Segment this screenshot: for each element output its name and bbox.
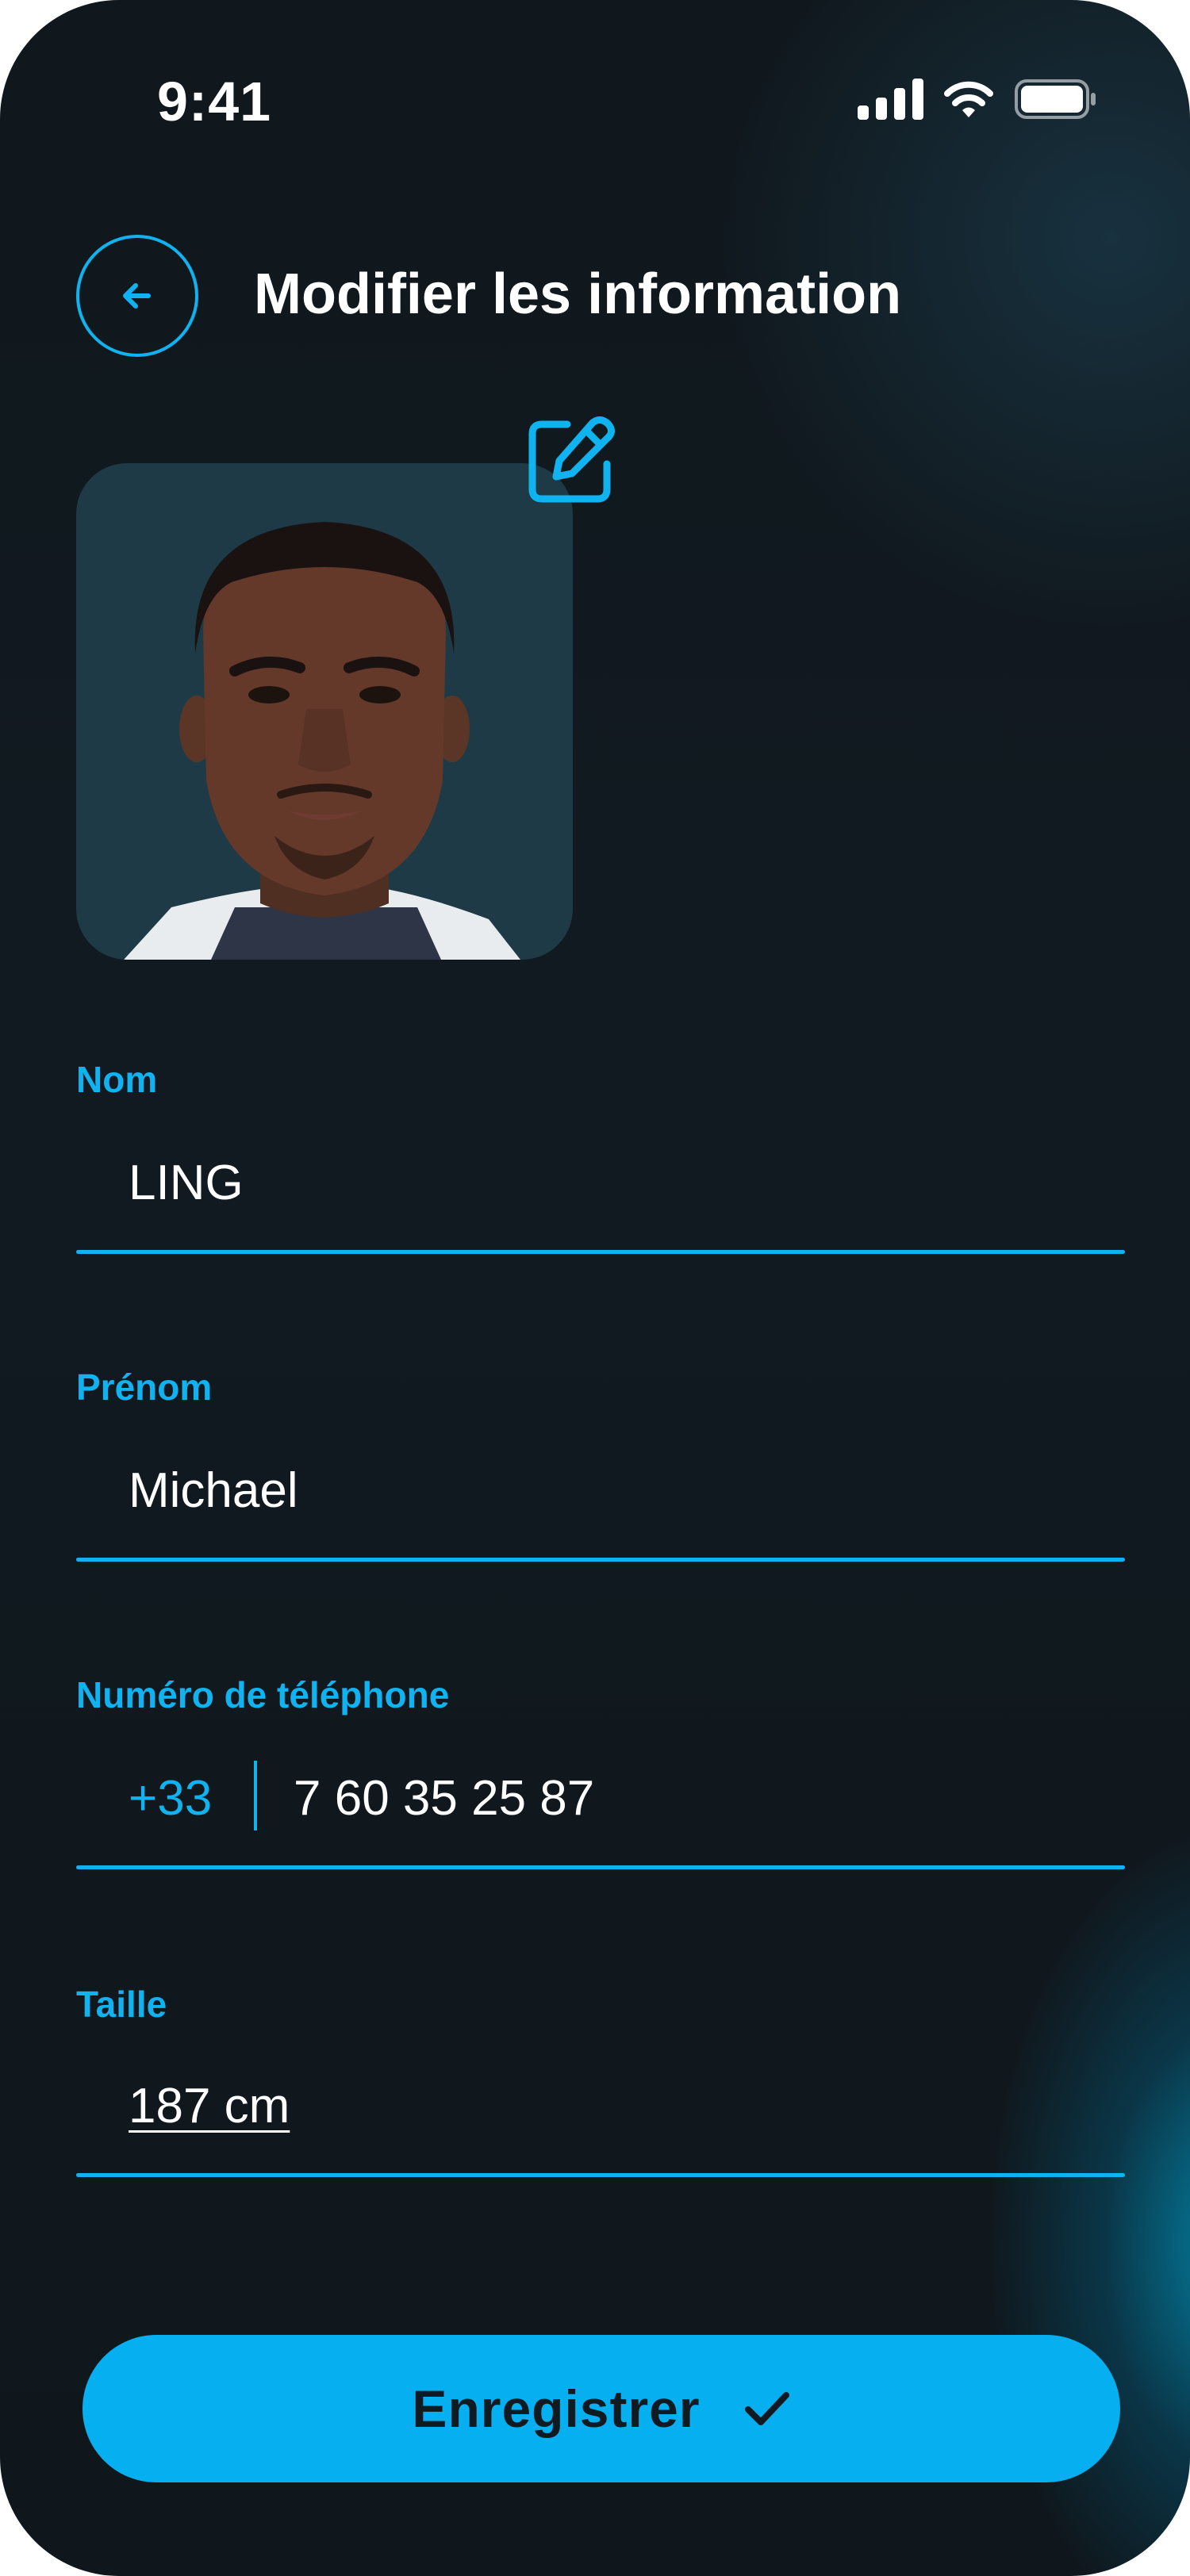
battery-icon bbox=[1015, 79, 1096, 119]
status-icons bbox=[858, 78, 1096, 121]
edit-pencil-icon bbox=[528, 416, 615, 503]
telephone-label: Numéro de téléphone bbox=[76, 1674, 450, 1715]
save-button[interactable]: Enregistrer bbox=[83, 2335, 1120, 2482]
nom-label: Nom bbox=[76, 1059, 158, 1100]
dial-code-selector[interactable]: +33 bbox=[129, 1770, 212, 1827]
taille-input[interactable]: 187 cm bbox=[129, 2078, 290, 2134]
page-title: Modifier les information bbox=[254, 263, 902, 326]
dial-divider bbox=[254, 1761, 257, 1830]
wifi-icon bbox=[944, 81, 993, 117]
save-button-label: Enregistrer bbox=[412, 2379, 701, 2438]
nom-input[interactable]: LING bbox=[129, 1155, 244, 1211]
cellular-signal-icon bbox=[858, 79, 923, 120]
telephone-input[interactable]: 7 60 35 25 87 bbox=[294, 1770, 594, 1827]
prenom-label: Prénom bbox=[76, 1367, 213, 1408]
taille-underline bbox=[76, 2173, 1125, 2177]
phone-screen: 9:41 Modifier les information Nom LING P… bbox=[0, 0, 1190, 2576]
profile-photo bbox=[124, 522, 520, 960]
back-button[interactable] bbox=[76, 235, 198, 357]
prenom-underline bbox=[76, 1558, 1125, 1562]
checkmark-icon bbox=[744, 2392, 789, 2425]
nom-underline bbox=[76, 1250, 1125, 1254]
prenom-input[interactable]: Michael bbox=[129, 1462, 298, 1519]
telephone-underline bbox=[76, 1865, 1125, 1869]
status-time: 9:41 bbox=[157, 71, 272, 132]
taille-label: Taille bbox=[76, 1984, 167, 2025]
arrow-left-icon bbox=[123, 283, 151, 309]
avatar bbox=[76, 463, 573, 960]
edit-photo-button[interactable] bbox=[519, 409, 622, 512]
